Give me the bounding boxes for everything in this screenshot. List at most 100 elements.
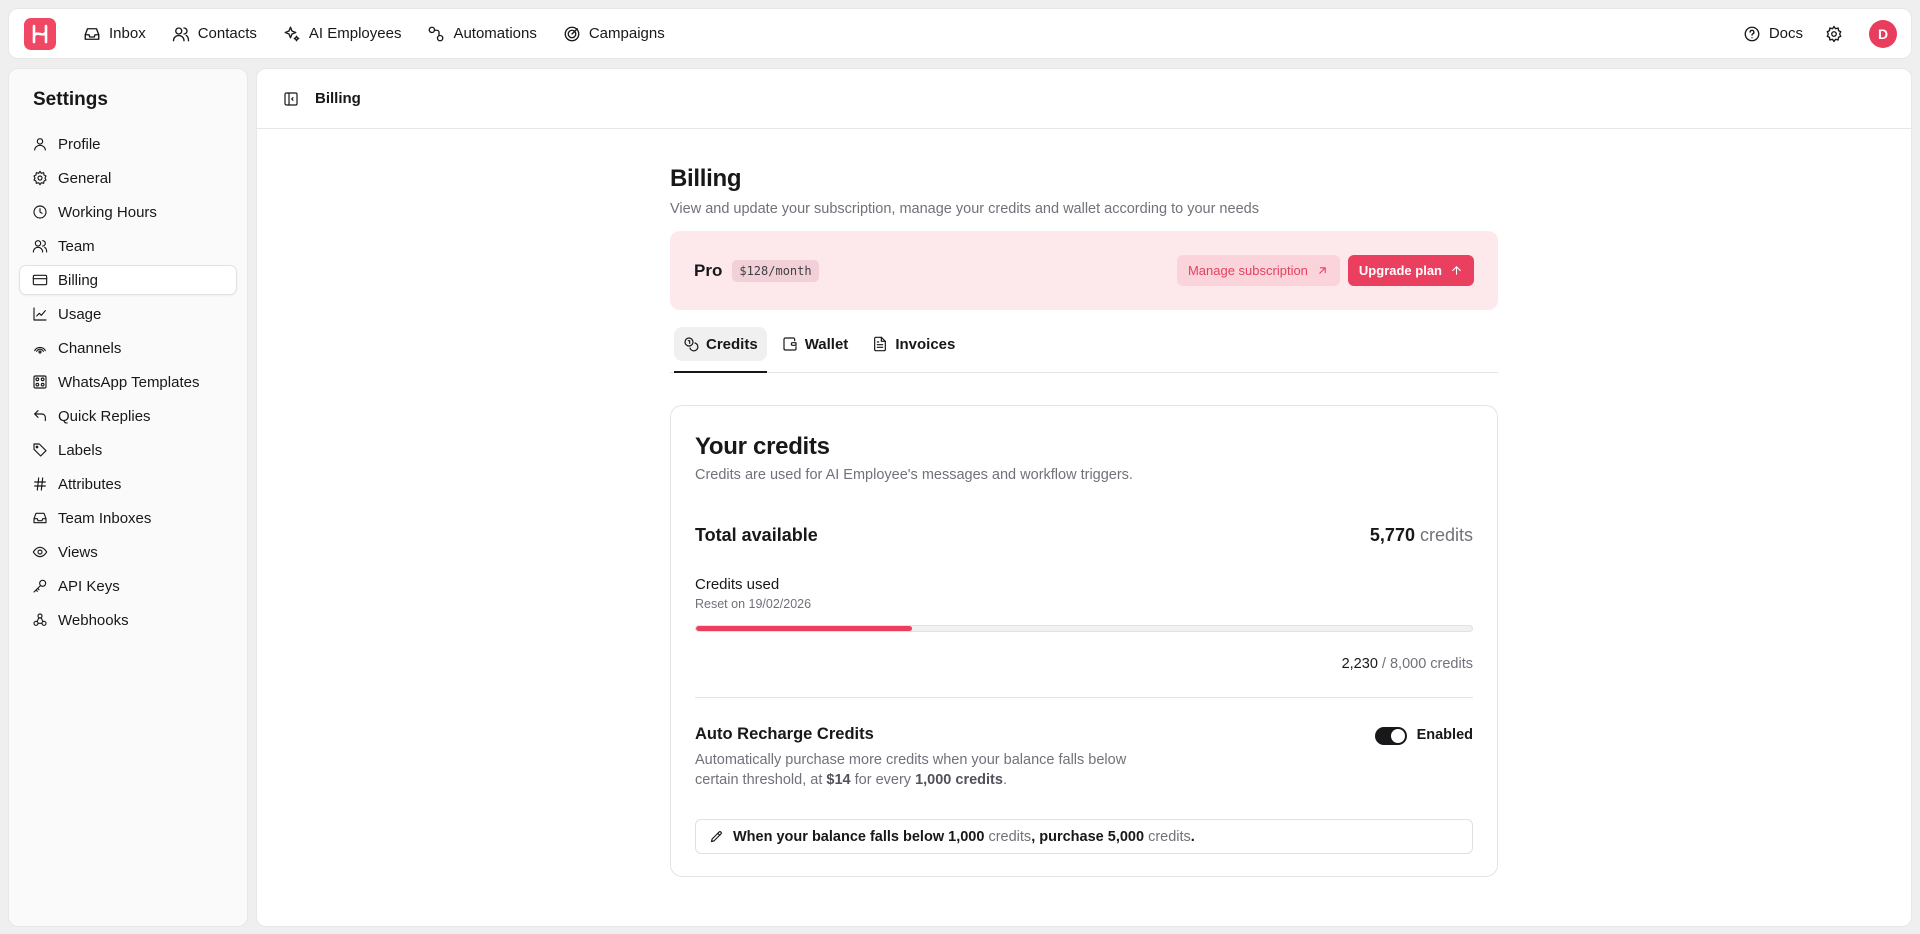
sidebar-item-team[interactable]: Team (19, 231, 237, 261)
sidebar-item-label: Profile (58, 135, 101, 153)
auto-recharge-toggle[interactable] (1374, 727, 1407, 745)
credits-used-value: 2,230 (1341, 656, 1378, 672)
manage-subscription-button[interactable]: Manage subscription (1176, 255, 1340, 286)
nav-campaigns[interactable]: Campaigns (554, 19, 674, 49)
workflow-icon (429, 26, 444, 41)
gear-icon (1826, 25, 1842, 42)
reset-date: Reset on 19/02/2026 (695, 597, 812, 611)
sidebar-item-profile[interactable]: Profile (19, 129, 237, 159)
sidebar-item-quick-replies[interactable]: Quick Replies (19, 401, 237, 431)
target-icon (564, 26, 580, 41)
upgrade-plan-label: Upgrade plan (1358, 263, 1442, 278)
key-icon (33, 579, 47, 593)
credits-card: Your credits Credits are used for AI Emp… (670, 405, 1498, 877)
total-available-number: 5,770 (1369, 525, 1415, 545)
tab-credits-label: Credits (706, 335, 758, 353)
arrow-up-icon (1452, 266, 1461, 275)
tab-invoices-label: Invoices (895, 335, 956, 353)
breadcrumb-bar: Billing (257, 69, 1911, 129)
template-icon (33, 375, 47, 389)
page-subtitle: View and update your subscription, manag… (670, 201, 1259, 217)
settings-sidebar: Settings Profile General Working Hours T… (8, 68, 248, 927)
sidebar-item-billing[interactable]: Billing (19, 265, 237, 295)
sidebar-item-attributes[interactable]: Attributes (19, 469, 237, 499)
tab-invoices[interactable]: Invoices (863, 327, 964, 361)
credits-subtitle: Credits are used for AI Employee's messa… (695, 467, 1133, 483)
sidebar-item-label: Labels (58, 441, 103, 459)
sidebar-title: Settings (33, 89, 108, 110)
nav-ai-employees[interactable]: AI Employees (274, 19, 411, 49)
nav-automations-label: Automations (453, 25, 537, 42)
sidebar-item-label: Billing (58, 271, 99, 289)
sidebar-item-api-keys[interactable]: API Keys (19, 571, 237, 601)
sidebar-toggle-icon[interactable] (283, 91, 299, 107)
docs-label: Docs (1768, 25, 1803, 42)
user-avatar[interactable]: D (1869, 19, 1897, 48)
top-right-actions: Docs D (1743, 19, 1897, 48)
sidebar-item-label: Usage (58, 305, 102, 323)
tab-wallet[interactable]: Wallet (773, 327, 858, 361)
credits-used-limit: / 8,000 credits (1381, 656, 1473, 672)
auto-recharge-per-amount: 1,000 credits (915, 772, 1003, 788)
plan-banner: Pro $128/month Manage subscription Upgra… (670, 231, 1498, 310)
sidebar-item-working-hours[interactable]: Working Hours (19, 197, 237, 227)
rule-text-part: When your balance falls below (733, 828, 945, 845)
toggle-label: Enabled (1416, 727, 1473, 743)
nav-ai-employees-label: AI Employees (308, 25, 402, 42)
upgrade-plan-button[interactable]: Upgrade plan (1347, 255, 1474, 286)
main-nav: Inbox Contacts AI Employees Automations … (74, 19, 682, 49)
pencil-icon[interactable] (709, 829, 724, 844)
main-panel: Billing Billing View and update your sub… (256, 68, 1912, 927)
plan-actions: Manage subscription Upgrade plan (1176, 255, 1474, 286)
billing-content: Billing View and update your subscriptio… (670, 165, 1498, 877)
auto-recharge-toggle-group: Enabled (1374, 725, 1473, 790)
rule-amount: 5,000 (1107, 828, 1145, 845)
sidebar-item-webhooks[interactable]: Webhooks (19, 605, 237, 635)
inbox-icon (84, 27, 100, 40)
sidebar-item-usage[interactable]: Usage (19, 299, 237, 329)
total-available-unit: credits (1419, 525, 1473, 545)
sidebar-item-label: Team Inboxes (58, 509, 152, 527)
auto-recharge-rule[interactable]: When your balance falls below 1,000 cred… (695, 819, 1473, 854)
hash-icon (34, 477, 46, 491)
auto-recharge-text: Auto Recharge Credits Automatically purc… (695, 725, 1135, 790)
sidebar-item-label: Quick Replies (58, 407, 151, 425)
sidebar-item-general[interactable]: General (19, 163, 237, 193)
users-icon (32, 240, 48, 253)
page-title: Billing (670, 165, 742, 192)
auto-recharge-title: Auto Recharge Credits (695, 725, 874, 743)
sidebar-item-whatsapp-templates[interactable]: WhatsApp Templates (19, 367, 237, 397)
auto-recharge-desc-text: . (1002, 772, 1007, 788)
divider (695, 697, 1473, 698)
nav-contacts[interactable]: Contacts (163, 19, 266, 49)
wallet-icon (783, 337, 797, 351)
credits-title: Your credits (695, 433, 830, 460)
gear-icon (33, 170, 47, 186)
nav-inbox-label: Inbox (109, 25, 146, 42)
sidebar-item-label: General (58, 169, 112, 187)
sparkles-icon (284, 26, 300, 41)
sidebar-item-channels[interactable]: Channels (19, 333, 237, 363)
nav-inbox[interactable]: Inbox (74, 19, 155, 49)
app-logo[interactable] (24, 17, 56, 50)
sidebar-item-label: API Keys (58, 577, 120, 595)
tab-credits[interactable]: Credits (674, 327, 767, 373)
manage-subscription-label: Manage subscription (1187, 263, 1308, 278)
contacts-icon (172, 26, 189, 41)
tag-icon (33, 443, 47, 457)
sidebar-item-views[interactable]: Views (19, 537, 237, 567)
nav-automations[interactable]: Automations (418, 19, 545, 49)
sidebar-item-team-inboxes[interactable]: Team Inboxes (19, 503, 237, 533)
credits-progress-fill (696, 626, 913, 631)
settings-button[interactable] (1825, 25, 1843, 43)
auto-recharge-price: $14 (826, 772, 851, 788)
docs-link[interactable]: Docs (1743, 25, 1803, 43)
sidebar-item-labels[interactable]: Labels (19, 435, 237, 465)
eye-icon (32, 546, 48, 558)
arrow-up-right-icon (1319, 267, 1326, 274)
credits-used-count: 2,230 / 8,000 credits (695, 656, 1473, 672)
nav-campaigns-label: Campaigns (588, 25, 665, 42)
auto-recharge-desc-text: for every (850, 772, 916, 788)
webhook-icon (33, 613, 47, 626)
total-available-row: Total available 5,770 credits (695, 525, 1473, 546)
